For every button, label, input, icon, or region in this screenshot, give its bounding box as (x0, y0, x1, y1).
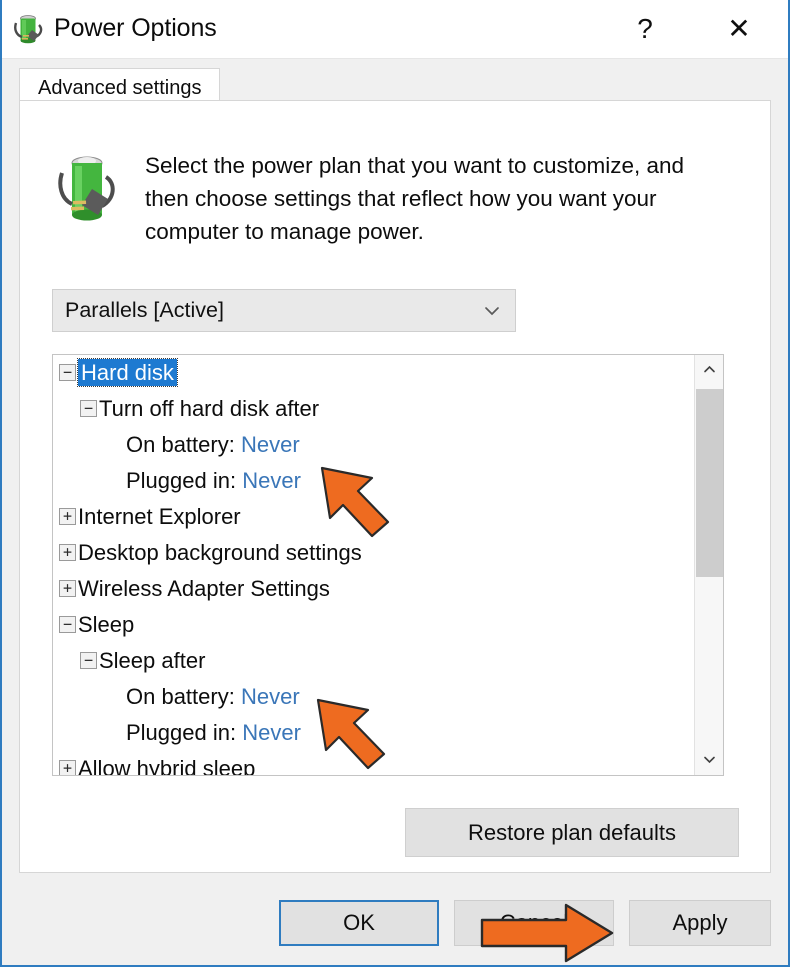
scrollbar-thumb[interactable] (696, 389, 723, 577)
chevron-up-icon (704, 365, 715, 373)
tree-row-label: Plugged in: (126, 720, 237, 745)
battery-plug-icon (58, 156, 115, 221)
power-plan-value: Parallels [Active] (65, 298, 224, 322)
header-block: Select the power plan that you want to c… (20, 101, 770, 251)
tree-row[interactable]: − Hard disk (53, 355, 694, 391)
title-bar: Power Options ? ✕ (2, 0, 788, 59)
tree-row[interactable]: Plugged in: Never (53, 715, 694, 751)
power-plan-select[interactable]: Parallels [Active] (52, 289, 516, 332)
dialog-button-bar: OK Cancel Apply (2, 875, 788, 965)
tree-row[interactable]: + Internet Explorer (53, 499, 694, 535)
collapse-icon[interactable]: − (59, 615, 76, 633)
tree-row-label: Turn off hard disk after (99, 396, 320, 421)
collapse-icon[interactable]: − (80, 399, 97, 417)
tree-row-label: Wireless Adapter Settings (78, 576, 330, 601)
tab-label: Advanced settings (38, 77, 202, 99)
tree-row-value[interactable]: Never (236, 720, 301, 745)
tab-strip: Advanced settings (2, 59, 788, 109)
expand-icon[interactable]: + (59, 759, 76, 775)
collapse-icon[interactable]: − (80, 651, 97, 669)
tree-row-value[interactable]: Never (235, 684, 300, 709)
collapse-icon[interactable]: − (59, 363, 76, 381)
header-description: Select the power plan that you want to c… (145, 153, 685, 244)
tree-row-label: Hard disk (77, 358, 178, 387)
tree-scrollbar[interactable] (694, 355, 723, 775)
help-button[interactable]: ? (614, 0, 676, 57)
tree-row-value[interactable]: Never (236, 468, 301, 493)
power-options-window: Power Options ? ✕ Advanced settings Sele… (0, 0, 790, 967)
tree-row[interactable]: + Wireless Adapter Settings (53, 571, 694, 607)
tree-row-label: On battery: (126, 684, 235, 709)
expand-icon[interactable]: + (59, 507, 76, 525)
tree-row-label: Sleep (78, 612, 135, 637)
tree-row[interactable]: − Sleep after (53, 643, 694, 679)
tree-row-value[interactable]: Never (235, 432, 300, 457)
tree-row-label: Internet Explorer (78, 504, 241, 529)
scrollbar-down-button[interactable] (695, 745, 723, 775)
close-button[interactable]: ✕ (708, 0, 770, 57)
tree-row[interactable]: + Allow hybrid sleep (53, 751, 694, 775)
tree-row[interactable]: + Desktop background settings (53, 535, 694, 571)
battery-plug-icon (14, 15, 43, 44)
apply-button[interactable]: Apply (629, 900, 771, 946)
tree-rows-container: − Hard disk − Turn off hard disk after On ba… (53, 355, 694, 775)
tree-row-label: Plugged in: (126, 468, 237, 493)
advanced-settings-panel: Select the power plan that you want to c… (19, 100, 771, 873)
expand-icon[interactable]: + (59, 579, 76, 597)
chevron-down-icon (704, 756, 715, 764)
tree-row-label: On battery: (126, 432, 235, 457)
tree-row-label: Sleep after (99, 648, 206, 673)
power-settings-tree[interactable]: − Hard disk − Turn off hard disk after On ba… (52, 354, 724, 776)
tree-row-label: Allow hybrid sleep (78, 756, 256, 775)
window-title: Power Options (54, 14, 217, 42)
close-icon: ✕ (727, 13, 751, 44)
tree-row-label: Desktop background settings (78, 540, 362, 565)
question-mark-icon: ? (637, 13, 653, 44)
tree-row[interactable]: Plugged in: Never (53, 463, 694, 499)
tree-row[interactable]: − Sleep (53, 607, 694, 643)
tree-row[interactable]: On battery: Never (53, 679, 694, 715)
tree-row[interactable]: On battery: Never (53, 427, 694, 463)
expand-icon[interactable]: + (59, 543, 76, 561)
ok-button[interactable]: OK (279, 900, 439, 946)
chevron-down-icon (485, 307, 499, 316)
cancel-button[interactable]: Cancel (454, 900, 614, 946)
tree-row[interactable]: − Turn off hard disk after (53, 391, 694, 427)
restore-plan-defaults-button[interactable]: Restore plan defaults (405, 808, 739, 857)
scrollbar-up-button[interactable] (695, 355, 723, 385)
